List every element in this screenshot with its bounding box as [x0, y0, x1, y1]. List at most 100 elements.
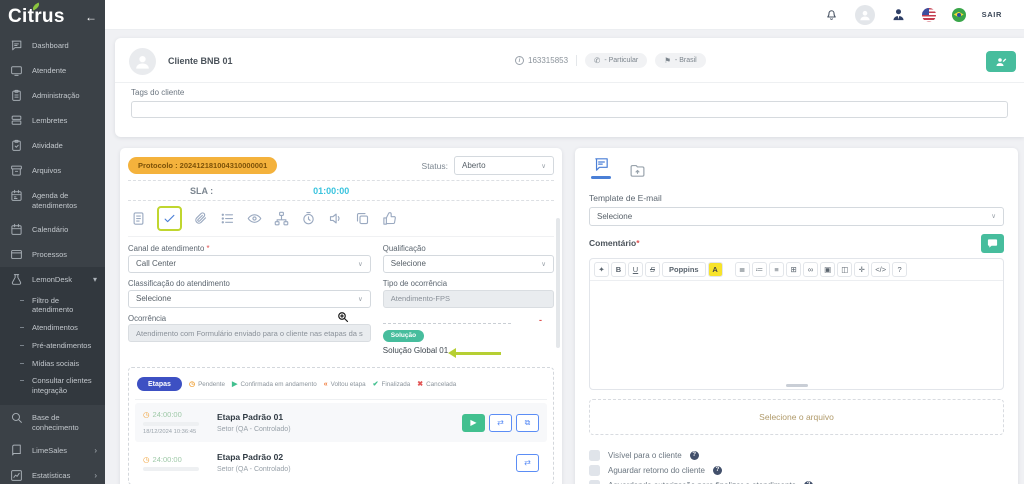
editor-content[interactable]: [590, 281, 1003, 389]
tab-comment[interactable]: [591, 156, 611, 179]
editor-font-family-button[interactable]: Poppins: [662, 262, 706, 277]
sidebar-item-calendario[interactable]: Calendário: [0, 217, 105, 242]
eye-icon[interactable]: [246, 210, 263, 227]
editor-bold-button[interactable]: B: [611, 262, 626, 277]
editor-table-button[interactable]: ⊞: [786, 262, 801, 277]
sidebar-subitem-midias-sociais[interactable]: Mídias sociais: [32, 355, 101, 373]
ticket-form: Canal de atendimento * Call Center∨ Qual…: [128, 245, 554, 355]
sidebar-item-atendente[interactable]: Atendente: [0, 58, 105, 83]
editor-link-button[interactable]: ∞: [803, 262, 818, 277]
bell-icon[interactable]: [824, 7, 839, 22]
lembretes-icon: [10, 114, 23, 127]
sidebar-item-administracao[interactable]: Administração: [0, 83, 105, 108]
volume-icon[interactable]: [327, 210, 344, 227]
stage-actions: ⇄: [516, 454, 539, 472]
sidebar-subitem-atendimentos[interactable]: Atendimentos: [32, 319, 101, 337]
sidebar-subitem-consultar-clientes-integracao[interactable]: Consultar clientes integração: [32, 372, 101, 400]
scrollbar[interactable]: [556, 218, 560, 348]
editor-strikethrough-button[interactable]: S: [645, 262, 660, 277]
duplicate-stage-button[interactable]: ⧉: [516, 414, 539, 432]
editor-unordered-list-button[interactable]: ≣: [735, 262, 750, 277]
tipo-ocorrencia-input: Atendimento-FPS: [383, 290, 554, 308]
sidebar-nav: DashboardAtendenteAdministraçãoLembretes…: [0, 33, 105, 484]
sidebar-item-processos[interactable]: Processos: [0, 242, 105, 267]
sidebar-collapse-icon[interactable]: ←: [85, 10, 97, 24]
tab-files[interactable]: [629, 162, 646, 179]
transfer-stage-button[interactable]: ⇄: [516, 454, 539, 472]
sidebar-item-lemondesk[interactable]: LemonDesk▾: [0, 267, 105, 292]
sidebar-subitem-pre-atendimentos[interactable]: Pré-atendimentos: [32, 337, 101, 355]
copy-icon[interactable]: [354, 210, 371, 227]
editor-help-button[interactable]: ?: [892, 262, 907, 277]
tags-label: Tags do cliente: [131, 88, 1008, 97]
sidebar-item-base-de-conhecimento[interactable]: Base de conhecimento: [0, 405, 105, 439]
topbar: SAIR: [105, 0, 1024, 30]
list-icon[interactable]: [219, 210, 236, 227]
logout-button[interactable]: SAIR: [982, 10, 1002, 19]
chevron-right-icon: ›: [94, 444, 97, 456]
sidebar-item-agenda-de-atendimentos[interactable]: Agenda de atendimentos: [0, 183, 105, 217]
editor-expand-button[interactable]: ✛: [854, 262, 869, 277]
editor-underline-button[interactable]: U: [628, 262, 643, 277]
active-tab-underline: [591, 176, 611, 179]
editor-indent-button[interactable]: ≔: [752, 262, 768, 277]
resize-handle[interactable]: [786, 384, 808, 387]
sidebar-item-atividade[interactable]: Atividade: [0, 133, 105, 158]
editor-text-color-button[interactable]: A: [708, 262, 723, 277]
thumbs-up-icon[interactable]: [381, 210, 398, 227]
flag-us-icon[interactable]: [922, 8, 936, 22]
tags-input[interactable]: [131, 101, 1008, 118]
sidebar-item-estatisticas[interactable]: Estatísticas›: [0, 463, 105, 484]
etapas-badge: Etapas: [137, 377, 182, 391]
ocorrencia-input: Atendimento com Formulário enviado para …: [128, 324, 371, 342]
editor-magic-button[interactable]: ✦: [594, 262, 609, 277]
clock-icon: ◷: [189, 380, 195, 388]
file-drop-zone[interactable]: Selecione o arquivo: [589, 399, 1004, 435]
client-name: Cliente BNB 01: [168, 56, 233, 66]
transfer-stage-button[interactable]: ⇄: [489, 414, 512, 432]
chevron-right-icon: ›: [94, 469, 97, 481]
help-icon: ?: [804, 481, 813, 484]
dashboard-icon: [10, 39, 23, 52]
editor-code-button[interactable]: </>: [871, 262, 890, 277]
avatar[interactable]: [855, 5, 875, 25]
sitemap-icon[interactable]: [273, 210, 290, 227]
edit-client-button[interactable]: [986, 51, 1016, 72]
status-select[interactable]: Aberto∨: [454, 156, 554, 175]
calendario-icon: [10, 223, 23, 236]
qualificacao-select[interactable]: Selecione∨: [383, 255, 554, 273]
main-content: Cliente BNB 01 i163315853 ✆- Particular …: [105, 30, 1024, 484]
sidebar-item-dashboard[interactable]: Dashboard: [0, 33, 105, 58]
canal-select[interactable]: Call Center∨: [128, 255, 371, 273]
sidebar-subitem-filtro-de-atendimento[interactable]: Filtro de atendimento: [32, 292, 101, 320]
stage-subtitle: Setor (QA - Controlado): [217, 426, 452, 433]
ticket-panel: Protocolo : 202412181004310000001 Status…: [120, 148, 562, 484]
paperclip-icon[interactable]: [192, 210, 209, 227]
checkbox[interactable]: [589, 450, 600, 461]
chevron-down-icon: ∨: [358, 295, 363, 303]
sidebar-item-arquivos[interactable]: Arquivos: [0, 158, 105, 183]
flag-br-icon[interactable]: [952, 8, 966, 22]
search-icon: [10, 411, 23, 424]
editor-align-button[interactable]: ≡: [769, 262, 784, 277]
selected-tool-highlight[interactable]: [157, 206, 182, 231]
legend-confirmada-em-andamento: ▶Confirmada em andamento: [232, 380, 317, 388]
confirm-stage-button[interactable]: ▶: [462, 414, 485, 432]
solution-empty-field[interactable]: [383, 315, 511, 324]
timer-icon[interactable]: [300, 210, 317, 227]
file-icon[interactable]: [130, 210, 147, 227]
field-classificacao: Classificação do atendimento Selecione∨: [128, 280, 371, 308]
sidebar-item-limesales[interactable]: LimeSales›: [0, 438, 105, 463]
check-icon[interactable]: [161, 210, 178, 227]
classificacao-select[interactable]: Selecione∨: [128, 290, 371, 308]
remove-solution-icon[interactable]: -: [539, 315, 542, 325]
checkbox[interactable]: [589, 465, 600, 476]
editor-image-button[interactable]: ▣: [820, 262, 835, 277]
email-panel: Template de E-mail Selecione∨ Comentário…: [575, 148, 1018, 484]
sidebar-item-lembretes[interactable]: Lembretes: [0, 108, 105, 133]
comment-button[interactable]: [981, 234, 1004, 253]
editor-video-button[interactable]: ◫: [837, 262, 852, 277]
checkbox[interactable]: [589, 480, 600, 484]
user-tie-icon[interactable]: [891, 7, 906, 22]
template-select[interactable]: Selecione∨: [589, 207, 1004, 226]
